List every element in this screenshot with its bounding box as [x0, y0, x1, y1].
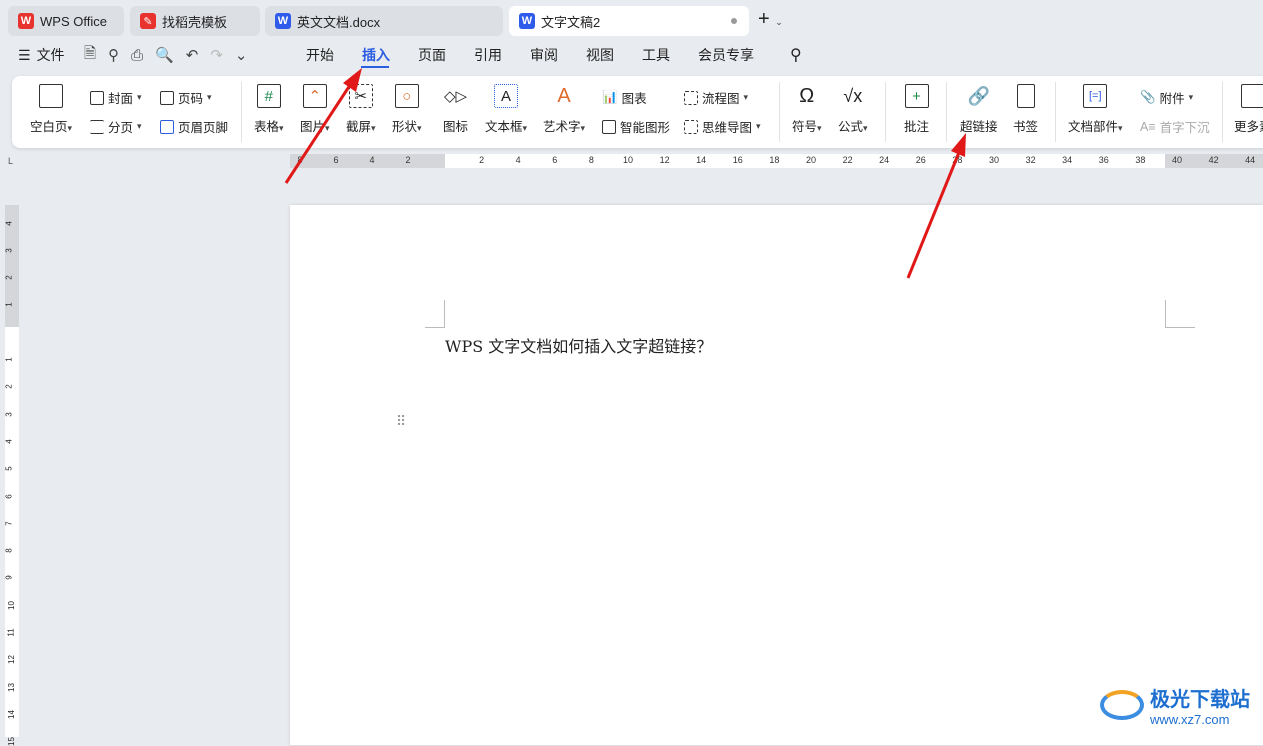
annotation-arrows [284, 68, 966, 279]
ruler-number: 15 [6, 737, 16, 746]
arrow-to-hyperlink [906, 133, 966, 279]
arrow-to-insert-tab [284, 68, 362, 184]
